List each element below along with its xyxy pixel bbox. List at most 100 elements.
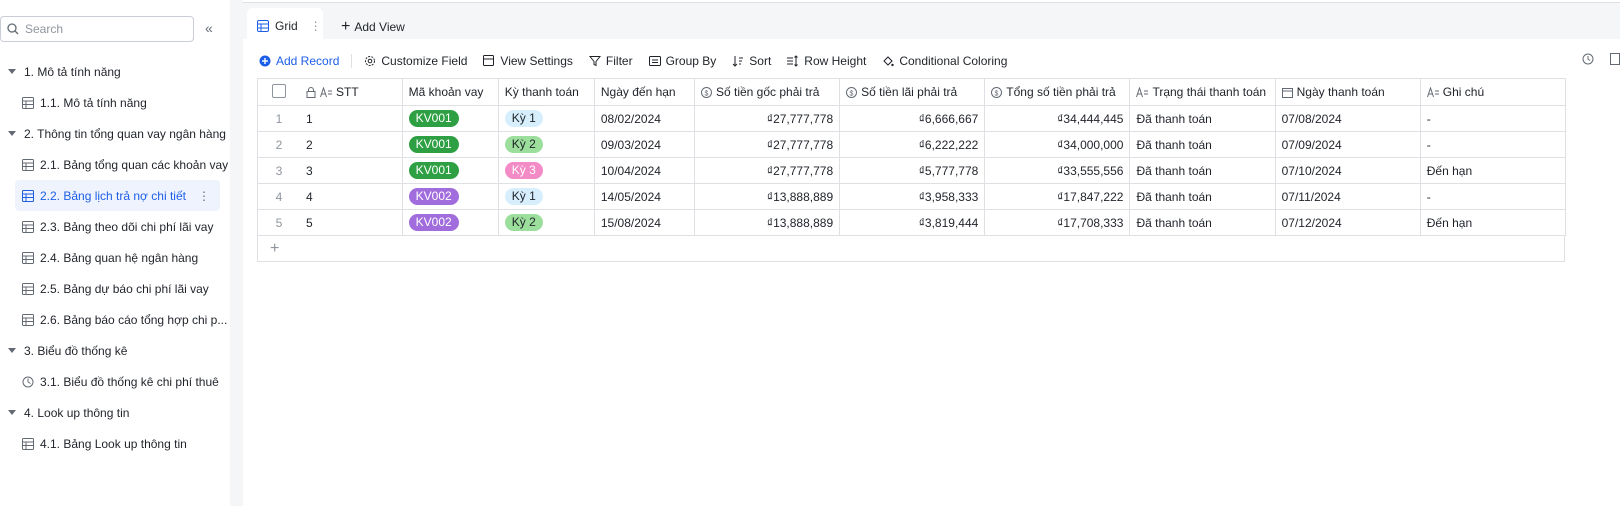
double-chevron-left-icon[interactable]: « — [205, 20, 213, 36]
caret-down-icon[interactable] — [8, 69, 16, 74]
table-row[interactable]: 2 2 KV001 Kỳ 2 09/03/2024 ₫27,777,778 ₫6,222,2… — [258, 131, 1567, 158]
cell-ngay-den-han[interactable]: 09/03/2024 — [594, 131, 695, 158]
table-row[interactable]: 3 3 KV001 Kỳ 3 10/04/2024 ₫27,777,778 ₫5,777,7… — [258, 157, 1567, 184]
group-by-button[interactable]: Group By — [648, 54, 716, 68]
caret-down-icon[interactable] — [8, 131, 16, 136]
add-view-button[interactable]: + Add View — [341, 18, 405, 36]
cell-so-tien-lai[interactable]: ₫6,666,667 — [839, 105, 986, 132]
cell-ma-khoan-vay[interactable]: KV002 — [402, 183, 499, 210]
cell-tong-so-tien[interactable]: ₫17,847,222 — [984, 183, 1131, 210]
sidebar-item[interactable]: 2.2. Bảng lịch trả nợ chi tiết ⋮ — [15, 180, 220, 211]
col-header-ky-thanh-toan[interactable]: Kỳ thanh toán — [498, 78, 595, 106]
cell-ma-khoan-vay[interactable]: KV001 — [402, 105, 499, 132]
cell-so-tien-lai[interactable]: ₫3,819,444 — [839, 209, 986, 236]
cell-ky-thanh-toan[interactable]: Kỳ 1 — [498, 105, 595, 132]
cell-ky-thanh-toan[interactable]: Kỳ 2 — [498, 131, 595, 158]
sidebar-item[interactable]: 2.5. Bảng dự báo chi phí lãi vay — [0, 273, 230, 304]
cell-ghi-chu[interactable]: Đến hạn — [1420, 157, 1567, 184]
more-vertical-icon[interactable]: ⋮ — [198, 189, 210, 203]
cell-so-tien-goc[interactable]: ₫27,777,778 — [694, 105, 841, 132]
select-all-checkbox[interactable] — [258, 78, 301, 106]
cell-stt[interactable]: 5 — [300, 209, 403, 236]
conditional-coloring-button[interactable]: Conditional Coloring — [882, 54, 1007, 68]
cell-ngay-thanh-toan[interactable]: 07/09/2024 — [1275, 131, 1421, 158]
cell-trang-thai[interactable]: Đã thanh toán — [1129, 105, 1276, 132]
caret-down-icon[interactable] — [8, 348, 16, 353]
cell-stt[interactable]: 4 — [300, 183, 403, 210]
cell-so-tien-goc[interactable]: ₫13,888,889 — [694, 209, 841, 236]
cell-ghi-chu[interactable]: - — [1420, 131, 1567, 158]
cell-ma-khoan-vay[interactable]: KV002 — [402, 209, 499, 236]
filter-button[interactable]: Filter — [588, 54, 633, 68]
row-height-button[interactable]: Row Height — [787, 54, 866, 68]
table-row[interactable]: 4 4 KV002 Kỳ 1 14/05/2024 ₫13,888,889 ₫3,958,3… — [258, 183, 1567, 210]
col-header-stt[interactable]: STT — [300, 78, 403, 106]
cell-tong-so-tien[interactable]: ₫34,000,000 — [984, 131, 1131, 158]
cell-ky-thanh-toan[interactable]: Kỳ 1 — [498, 183, 595, 210]
cell-tong-so-tien[interactable]: ₫33,555,556 — [984, 157, 1131, 184]
cell-so-tien-goc[interactable]: ₫27,777,778 — [694, 131, 841, 158]
sidebar-group[interactable]: 3. Biểu đồ thống kê — [0, 335, 230, 366]
caret-down-icon[interactable] — [8, 410, 16, 415]
cell-so-tien-lai[interactable]: ₫5,777,778 — [839, 157, 986, 184]
cell-ngay-den-han[interactable]: 10/04/2024 — [594, 157, 695, 184]
view-settings-button[interactable]: View Settings — [483, 54, 573, 68]
cell-so-tien-lai[interactable]: ₫3,958,333 — [839, 183, 986, 210]
cell-ma-khoan-vay[interactable]: KV001 — [402, 157, 499, 184]
add-row-button[interactable]: + — [258, 236, 1565, 262]
sidebar-group[interactable]: 4. Look up thông tin — [0, 397, 230, 428]
tab-grid[interactable]: Grid ⋮ — [247, 8, 323, 44]
cell-ngay-den-han[interactable]: 14/05/2024 — [594, 183, 695, 210]
cell-so-tien-lai[interactable]: ₫6,222,222 — [839, 131, 986, 158]
sidebar-item[interactable]: 2.6. Bảng báo cáo tổng hợp chi p... — [0, 304, 230, 335]
add-record-button[interactable]: Add Record — [259, 54, 339, 68]
expand-icon[interactable] — [1610, 53, 1620, 68]
cell-ghi-chu[interactable]: - — [1420, 183, 1567, 210]
history-icon[interactable] — [1582, 53, 1594, 68]
search-input[interactable]: Search — [0, 16, 194, 42]
cell-tong-so-tien[interactable]: ₫17,708,333 — [984, 209, 1131, 236]
cell-trang-thai[interactable]: Đã thanh toán — [1129, 157, 1276, 184]
cell-so-tien-goc[interactable]: ₫13,888,889 — [694, 183, 841, 210]
col-header-trang-thai[interactable]: Trạng thái thanh toán — [1129, 78, 1276, 106]
col-header-ngay-thanh-toan[interactable]: Ngày thanh toán — [1275, 78, 1421, 106]
sort-button[interactable]: Sort — [732, 54, 771, 68]
more-vertical-icon[interactable]: ⋮ — [310, 19, 322, 33]
sidebar-item[interactable]: 2.3. Bảng theo dõi chi phí lãi vay — [0, 211, 230, 242]
col-header-tong-so-tien[interactable]: $ Tổng số tiền phải trả — [984, 78, 1131, 106]
cell-tong-so-tien[interactable]: ₫34,444,445 — [984, 105, 1131, 132]
cell-stt[interactable]: 1 — [300, 105, 403, 132]
col-header-so-tien-lai[interactable]: $ Số tiền lãi phải trả — [839, 78, 986, 106]
cell-ma-khoan-vay[interactable]: KV001 — [402, 131, 499, 158]
sidebar-item[interactable]: 2.4. Bảng quan hệ ngân hàng — [0, 242, 230, 273]
col-header-so-tien-goc[interactable]: $ Số tiền gốc phải trả — [694, 78, 841, 106]
cell-ngay-den-han[interactable]: 08/02/2024 — [594, 105, 695, 132]
sidebar-group[interactable]: 2. Thông tin tổng quan vay ngân hàng — [0, 118, 230, 149]
customize-field-button[interactable]: Customize Field — [364, 54, 467, 68]
table-row[interactable]: 5 5 KV002 Kỳ 2 15/08/2024 ₫13,888,889 ₫3,819,4… — [258, 209, 1567, 236]
row-number[interactable]: 4 — [258, 183, 301, 210]
cell-ky-thanh-toan[interactable]: Kỳ 2 — [498, 209, 595, 236]
cell-ky-thanh-toan[interactable]: Kỳ 3 — [498, 157, 595, 184]
sidebar-group[interactable]: 1. Mô tả tính năng — [0, 56, 230, 87]
row-number[interactable]: 3 — [258, 157, 301, 184]
cell-ngay-thanh-toan[interactable]: 07/11/2024 — [1275, 183, 1421, 210]
cell-so-tien-goc[interactable]: ₫27,777,778 — [694, 157, 841, 184]
row-number[interactable]: 2 — [258, 131, 301, 158]
row-number[interactable]: 1 — [258, 105, 301, 132]
cell-stt[interactable]: 3 — [300, 157, 403, 184]
cell-stt[interactable]: 2 — [300, 131, 403, 158]
cell-ngay-thanh-toan[interactable]: 07/12/2024 — [1275, 209, 1421, 236]
sidebar-item[interactable]: 1.1. Mô tả tính năng — [0, 87, 230, 118]
sidebar-item[interactable]: 2.1. Bảng tổng quan các khoản vay — [0, 149, 230, 180]
cell-ngay-thanh-toan[interactable]: 07/10/2024 — [1275, 157, 1421, 184]
cell-ngay-thanh-toan[interactable]: 07/08/2024 — [1275, 105, 1421, 132]
row-number[interactable]: 5 — [258, 209, 301, 236]
col-header-ghi-chu[interactable]: Ghi chú — [1420, 78, 1567, 106]
table-row[interactable]: 1 1 KV001 Kỳ 1 08/02/2024 ₫27,777,778 ₫6,666,6… — [258, 105, 1567, 132]
col-header-ngay-den-han[interactable]: Ngày đến hạn — [594, 78, 695, 106]
sidebar-item[interactable]: 3.1. Biểu đồ thống kê chi phí thuê — [0, 366, 230, 397]
cell-trang-thai[interactable]: Đã thanh toán — [1129, 209, 1276, 236]
col-header-ma-khoan-vay[interactable]: Mã khoản vay — [402, 78, 499, 106]
cell-ghi-chu[interactable]: - — [1420, 105, 1567, 132]
